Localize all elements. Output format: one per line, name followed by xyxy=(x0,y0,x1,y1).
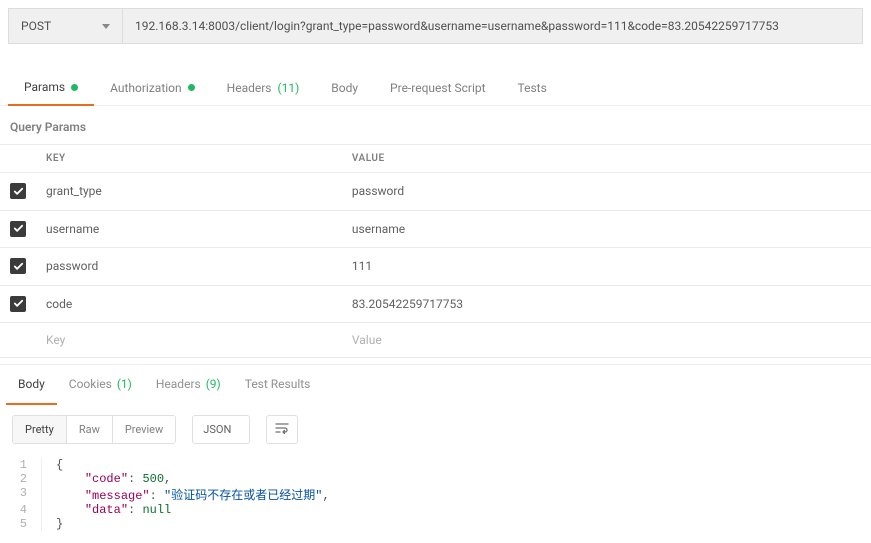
checkbox-icon[interactable] xyxy=(10,221,26,237)
view-mode-group: Pretty Raw Preview xyxy=(12,415,176,444)
response-tabs: Body Cookies (1) Headers (9) Test Result… xyxy=(0,364,871,405)
query-params-title: Query Params xyxy=(0,106,871,144)
key-column-header: KEY xyxy=(36,145,342,173)
param-key[interactable]: code xyxy=(36,285,342,323)
param-key[interactable]: grant_type xyxy=(36,173,342,211)
param-value[interactable]: username xyxy=(342,210,871,248)
http-method-label: POST xyxy=(21,19,51,33)
chevron-down-icon xyxy=(102,24,110,29)
tab-prerequest[interactable]: Pre-request Script xyxy=(374,70,501,105)
url-text: 192.168.3.14:8003/client/login?grant_typ… xyxy=(135,19,779,33)
tab-tests[interactable]: Tests xyxy=(502,70,563,105)
response-tab-headers[interactable]: Headers (9) xyxy=(144,365,233,405)
response-toolbar: Pretty Raw Preview JSON xyxy=(0,405,871,454)
value-column-header: VALUE xyxy=(342,145,871,173)
checkbox-icon[interactable] xyxy=(10,258,26,274)
request-tabs: Params Authorization Headers (11) Body P… xyxy=(0,70,871,106)
new-value-input[interactable]: Value xyxy=(342,323,871,358)
response-body-viewer[interactable]: 1{ 2 "code": 500, 3 "message": "验证码不存在或者… xyxy=(0,454,871,543)
response-tab-cookies[interactable]: Cookies (1) xyxy=(57,365,144,405)
new-key-input[interactable]: Key xyxy=(36,323,342,358)
tab-body[interactable]: Body xyxy=(315,70,374,105)
table-row[interactable]: grant_typepassword xyxy=(0,173,871,211)
table-row[interactable]: code83.20542259717753 xyxy=(0,285,871,323)
tab-params[interactable]: Params xyxy=(8,70,94,106)
wrap-icon xyxy=(275,422,289,434)
param-key[interactable]: password xyxy=(36,248,342,286)
active-dot-icon xyxy=(71,84,78,91)
tab-authorization[interactable]: Authorization xyxy=(94,70,211,105)
wrap-lines-button[interactable] xyxy=(266,415,298,444)
preview-button[interactable]: Preview xyxy=(113,416,175,443)
format-select[interactable]: JSON xyxy=(192,415,250,444)
pretty-button[interactable]: Pretty xyxy=(13,416,67,443)
table-row[interactable]: usernameusername xyxy=(0,210,871,248)
param-value[interactable]: 111 xyxy=(342,248,871,286)
table-row[interactable]: password111 xyxy=(0,248,871,286)
param-value[interactable]: 83.20542259717753 xyxy=(342,285,871,323)
active-dot-icon xyxy=(188,84,195,91)
raw-button[interactable]: Raw xyxy=(67,416,113,443)
response-tab-body[interactable]: Body xyxy=(6,365,57,405)
http-method-select[interactable]: POST xyxy=(8,8,123,44)
url-input[interactable]: 192.168.3.14:8003/client/login?grant_typ… xyxy=(123,8,863,44)
checkbox-icon[interactable] xyxy=(10,296,26,312)
tab-headers[interactable]: Headers (11) xyxy=(211,70,316,105)
param-key[interactable]: username xyxy=(36,210,342,248)
response-tab-test-results[interactable]: Test Results xyxy=(233,365,323,405)
query-params-table: KEY VALUE grant_typepasswordusernameuser… xyxy=(0,144,871,358)
param-value[interactable]: password xyxy=(342,173,871,211)
checkbox-icon[interactable] xyxy=(10,183,26,199)
